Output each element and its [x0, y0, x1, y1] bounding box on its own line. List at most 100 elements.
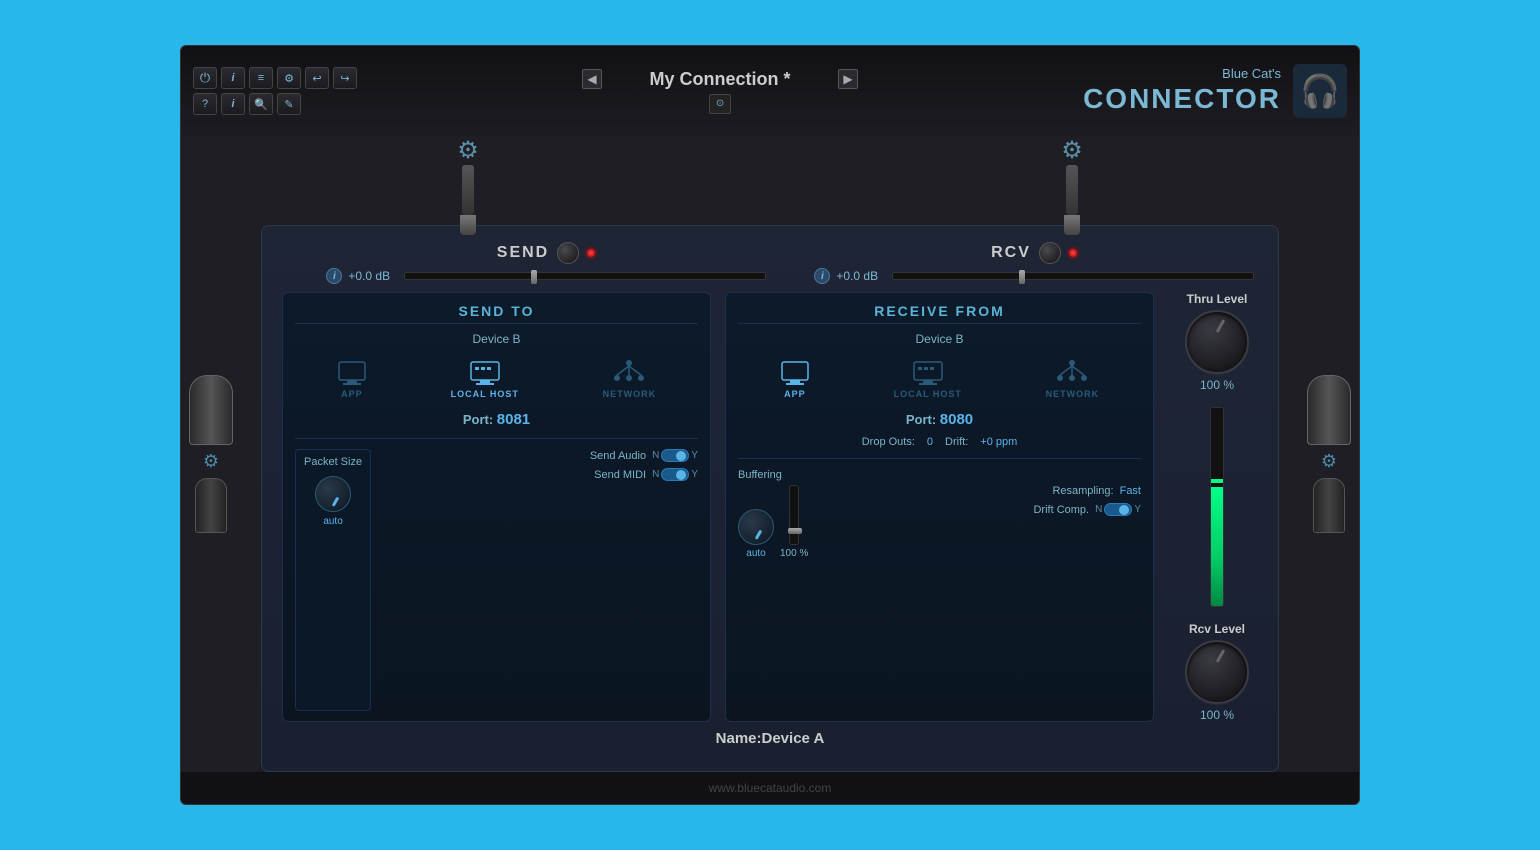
rcv-level-section: Rcv Level 100 % [1185, 622, 1249, 722]
brand-area: Blue Cat's CONNECTOR 🎧 [1083, 64, 1347, 118]
rcv-knob[interactable] [1039, 242, 1061, 264]
info2-button[interactable]: i [221, 93, 245, 115]
rcv-plug-tip [1064, 215, 1080, 235]
drift-comp-track[interactable] [1104, 503, 1132, 516]
search-button[interactable]: 🔍 [249, 93, 273, 115]
gear-button[interactable]: ⚙ [277, 67, 301, 89]
send-knob[interactable] [557, 242, 579, 264]
network-icon [611, 358, 647, 386]
rcv-localhost-label: LOCAL HOST [894, 389, 962, 399]
level-meter [1210, 407, 1224, 607]
rcv-fader-track[interactable] [892, 272, 1253, 280]
rcv-level-knob[interactable] [1185, 640, 1249, 704]
info2-icon: i [231, 98, 234, 110]
rcv-fader-thumb [1019, 270, 1025, 284]
level-meter-fill [1211, 487, 1223, 606]
send-connector-plug: ⚙ [457, 136, 479, 235]
send-bottom-area: Packet Size auto Send Audio [295, 449, 698, 711]
info-button[interactable]: i [221, 67, 245, 89]
send-device-label: Device B [295, 332, 698, 346]
left-cable-connector: ⚙ [189, 375, 233, 533]
thru-level-label: Thru Level [1187, 292, 1248, 306]
buffer-slider-thumb [788, 528, 802, 534]
main-panel: SEND i +0.0 dB RCV [261, 225, 1279, 772]
preset-prev-button[interactable]: ◀ [582, 69, 602, 89]
localhost-icon [469, 360, 501, 386]
midi-button[interactable]: ⊙ [709, 94, 731, 114]
send-info-btn[interactable]: i [326, 268, 342, 284]
rcv-channel-header: RCV i +0.0 dB [814, 242, 1253, 284]
help-button[interactable]: ? [193, 93, 217, 115]
send-audio-label: Send Audio [590, 450, 646, 462]
menu-button[interactable]: ≡ [249, 67, 273, 89]
power-button[interactable]: ⏻ [193, 67, 217, 89]
buffer-knob-section: auto [738, 509, 774, 559]
packet-knob-indicator [332, 497, 340, 507]
rcv-device-localhost[interactable]: LOCAL HOST [894, 360, 962, 399]
rcv-port-row: Port: 8080 [738, 411, 1141, 428]
send-midi-track[interactable] [661, 468, 689, 481]
redo-button[interactable]: ↪ [333, 67, 357, 89]
send-db-value: +0.0 dB [348, 269, 398, 283]
header-toolbar: ⏻ i ≡ ⚙ ↩ ↪ ? [193, 67, 357, 115]
rcv-device-label: Device B [738, 332, 1141, 346]
packet-knob[interactable] [315, 476, 351, 512]
thru-knob-indicator [1216, 319, 1226, 333]
packet-size-label: Packet Size [304, 456, 362, 468]
edit-button[interactable]: ✎ [277, 93, 301, 115]
send-device-app[interactable]: APP [337, 360, 367, 399]
rcv-level-value: 100 % [1200, 708, 1234, 722]
rcv-connector-plug: ⚙ [1061, 136, 1083, 235]
send-audio-track[interactable] [661, 449, 689, 462]
rcv-info-btn[interactable]: i [814, 268, 830, 284]
resampling-col: Resampling: Fast Drift Comp. N [816, 485, 1141, 516]
send-led [587, 249, 595, 257]
rcv-device-app[interactable]: APP [780, 360, 810, 399]
right-level-controls: Thru Level 100 % [1168, 292, 1258, 722]
rcv-localhost-icon [912, 360, 944, 386]
dropout-value: 0 [927, 436, 933, 448]
search-icon: 🔍 [254, 98, 268, 111]
send-midi-toggle[interactable]: N Y [652, 468, 698, 481]
buffer-value: 100 % [780, 548, 808, 559]
rcv-title: RCV [991, 244, 1031, 262]
next-arrow-icon: ▶ [843, 72, 852, 86]
header: ⏻ i ≡ ⚙ ↩ ↪ ? [181, 46, 1359, 136]
drift-value: +0 ppm [980, 436, 1017, 448]
preset-nav: ◀ My Connection * ▶ [582, 69, 858, 90]
send-device-localhost[interactable]: LOCAL HOST [451, 360, 519, 399]
rcv-divider [738, 458, 1141, 459]
resampling-value: Fast [1120, 485, 1141, 497]
rcv-level-label: Rcv Level [1189, 622, 1245, 636]
send-divider [295, 438, 698, 439]
send-fader-track[interactable] [404, 272, 765, 280]
edit-icon: ✎ [284, 98, 293, 111]
send-app-label: APP [341, 389, 363, 399]
send-midi-toggle-row: Send MIDI N Y [379, 468, 698, 481]
redo-icon: ↪ [340, 72, 349, 85]
send-audio-y: Y [691, 450, 698, 461]
preset-nav-area: ◀ My Connection * ▶ ⊙ [357, 69, 1083, 114]
thru-level-knob[interactable] [1185, 310, 1249, 374]
buffering-label: Buffering [738, 469, 1141, 481]
dropout-label: Drop Outs: [862, 436, 915, 448]
prev-arrow-icon: ◀ [587, 72, 596, 86]
send-device-network[interactable]: NETWORK [603, 358, 657, 399]
send-to-title: SEND TO [295, 303, 698, 324]
undo-button[interactable]: ↩ [305, 67, 329, 89]
rcv-device-network[interactable]: NETWORK [1046, 358, 1100, 399]
undo-icon: ↩ [312, 72, 321, 85]
send-midi-thumb [676, 470, 686, 480]
right-cable-connector: ⚙ [1307, 375, 1351, 533]
send-network-label: NETWORK [603, 389, 657, 399]
send-plug-shaft [462, 165, 474, 215]
preset-next-button[interactable]: ▶ [838, 69, 858, 89]
drift-comp-toggle[interactable]: N Y [1095, 503, 1141, 516]
rcv-app-label: APP [784, 389, 806, 399]
send-audio-toggle[interactable]: N Y [652, 449, 698, 462]
buffer-knob[interactable] [738, 509, 774, 545]
device-name-row: Name:Device A [282, 722, 1258, 751]
send-fader-row: i +0.0 dB [326, 268, 765, 284]
name-text: Name:Device A [716, 730, 825, 747]
buffer-slider-track[interactable] [789, 485, 799, 545]
